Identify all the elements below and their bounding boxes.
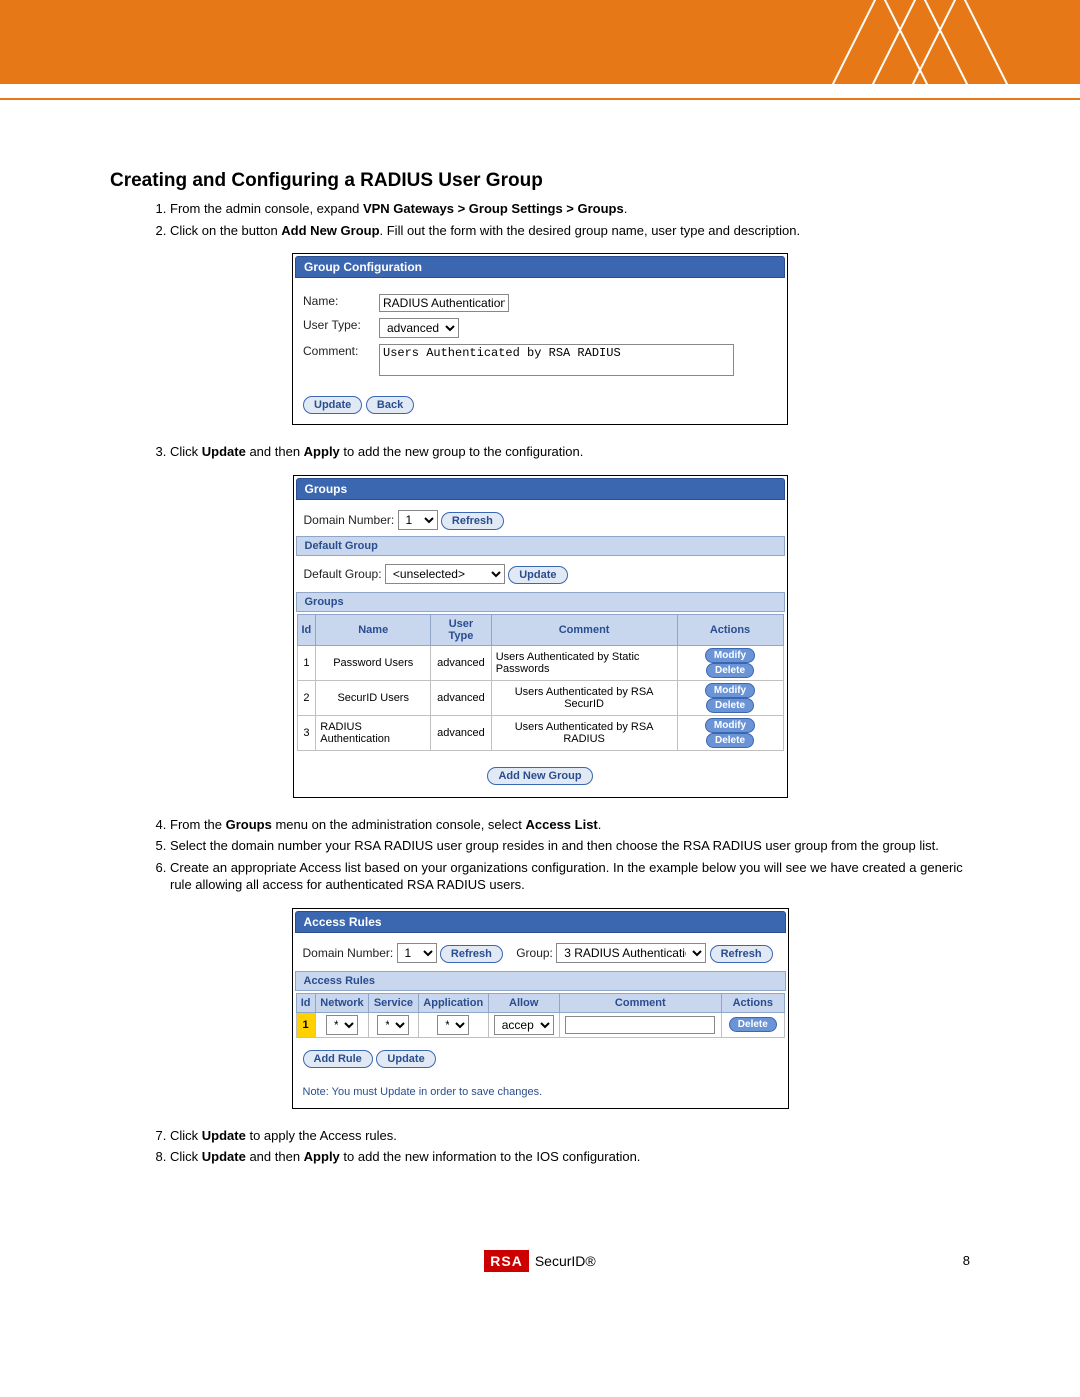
modify-button[interactable]: Modify [705, 718, 755, 733]
default-group-header: Default Group [296, 536, 785, 556]
securid-label: SecurID® [535, 1253, 596, 1269]
application-select[interactable]: * [437, 1015, 469, 1035]
col-allow: Allow [488, 993, 559, 1012]
comment-input[interactable] [565, 1016, 715, 1034]
default-group-select[interactable]: <unselected> [385, 564, 505, 584]
step-6: Create an appropriate Access list based … [170, 859, 970, 894]
col-network: Network [315, 993, 369, 1012]
modify-button[interactable]: Modify [705, 683, 755, 698]
panel-header: Groups [296, 478, 785, 500]
step-8: Click Update and then Apply to add the n… [170, 1148, 970, 1166]
col-id: Id [297, 614, 316, 645]
col-actions: Actions [677, 614, 783, 645]
update-button[interactable]: Update [376, 1050, 435, 1068]
col-name: Name [316, 614, 431, 645]
rsa-mark-icon: RSA [484, 1250, 529, 1272]
table-row: 1 * * * accept Delete [296, 1012, 784, 1037]
add-new-group-button[interactable]: Add New Group [487, 767, 592, 785]
group-label: Group: [516, 946, 553, 960]
refresh-button[interactable]: Refresh [440, 945, 503, 963]
name-label: Name: [303, 294, 373, 308]
update-button[interactable]: Update [508, 566, 567, 584]
access-rules-panel: Access Rules Domain Number: 1 Refresh Gr… [292, 908, 789, 1109]
default-group-label: Default Group: [304, 567, 382, 581]
back-button[interactable]: Back [366, 396, 414, 414]
delete-button[interactable]: Delete [706, 663, 754, 678]
step-5: Select the domain number your RSA RADIUS… [170, 837, 970, 855]
groups-panel: Groups Domain Number: 1 Refresh Default … [293, 475, 788, 798]
access-rules-subheader: Access Rules [295, 971, 786, 991]
delete-button[interactable]: Delete [729, 1017, 777, 1032]
user-type-select[interactable]: advanced [379, 318, 459, 338]
refresh-button[interactable]: Refresh [441, 512, 504, 530]
table-row: 2 SecurID Users advanced Users Authentic… [297, 680, 783, 715]
comment-textarea[interactable]: Users Authenticated by RSA RADIUS [379, 344, 734, 376]
col-comment: Comment [559, 993, 722, 1012]
table-row: 1 Password Users advanced Users Authenti… [297, 645, 783, 680]
groups-table: Id Name User Type Comment Actions 1 Pass… [297, 614, 784, 751]
domain-number-label: Domain Number: [304, 513, 395, 527]
page-title: Creating and Configuring a RADIUS User G… [110, 170, 970, 192]
page-number: 8 [963, 1253, 970, 1268]
refresh-button[interactable]: Refresh [710, 945, 773, 963]
network-select[interactable]: * [326, 1015, 358, 1035]
rsa-logo: RSA SecurID® [484, 1250, 595, 1272]
step-2: Click on the button Add New Group. Fill … [170, 222, 970, 240]
note-text: Note: You must Update in order to save c… [293, 1078, 788, 1108]
access-rules-table: Id Network Service Application Allow Com… [296, 993, 785, 1038]
step-4: From the Groups menu on the administrati… [170, 816, 970, 834]
header-band [0, 0, 1080, 84]
update-button[interactable]: Update [303, 396, 362, 414]
modify-button[interactable]: Modify [705, 648, 755, 663]
step-7: Click Update to apply the Access rules. [170, 1127, 970, 1145]
panel-header: Access Rules [295, 911, 786, 933]
step-3: Click Update and then Apply to add the n… [170, 443, 970, 461]
step-1: From the admin console, expand VPN Gatew… [170, 200, 970, 218]
domain-number-label: Domain Number: [303, 946, 394, 960]
group-select[interactable]: 3 RADIUS Authentication [556, 943, 706, 963]
col-user-type: User Type [431, 614, 492, 645]
delete-button[interactable]: Delete [706, 698, 754, 713]
domain-number-select[interactable]: 1 [398, 510, 438, 530]
col-comment: Comment [491, 614, 677, 645]
col-service: Service [369, 993, 418, 1012]
panel-header: Group Configuration [295, 256, 785, 278]
allow-select[interactable]: accept [494, 1015, 554, 1035]
service-select[interactable]: * [377, 1015, 409, 1035]
col-actions: Actions [722, 993, 784, 1012]
table-row: 3 RADIUS Authentication advanced Users A… [297, 715, 783, 750]
groups-subheader: Groups [296, 592, 785, 612]
name-input[interactable] [379, 294, 509, 312]
col-application: Application [418, 993, 488, 1012]
domain-number-select[interactable]: 1 [397, 943, 437, 963]
header-art-icon [780, 0, 1040, 84]
delete-button[interactable]: Delete [706, 733, 754, 748]
add-rule-button[interactable]: Add Rule [303, 1050, 373, 1068]
comment-label: Comment: [303, 344, 373, 358]
group-config-panel: Group Configuration Name: User Type: adv… [292, 253, 788, 425]
col-id: Id [296, 993, 315, 1012]
user-type-label: User Type: [303, 318, 373, 332]
